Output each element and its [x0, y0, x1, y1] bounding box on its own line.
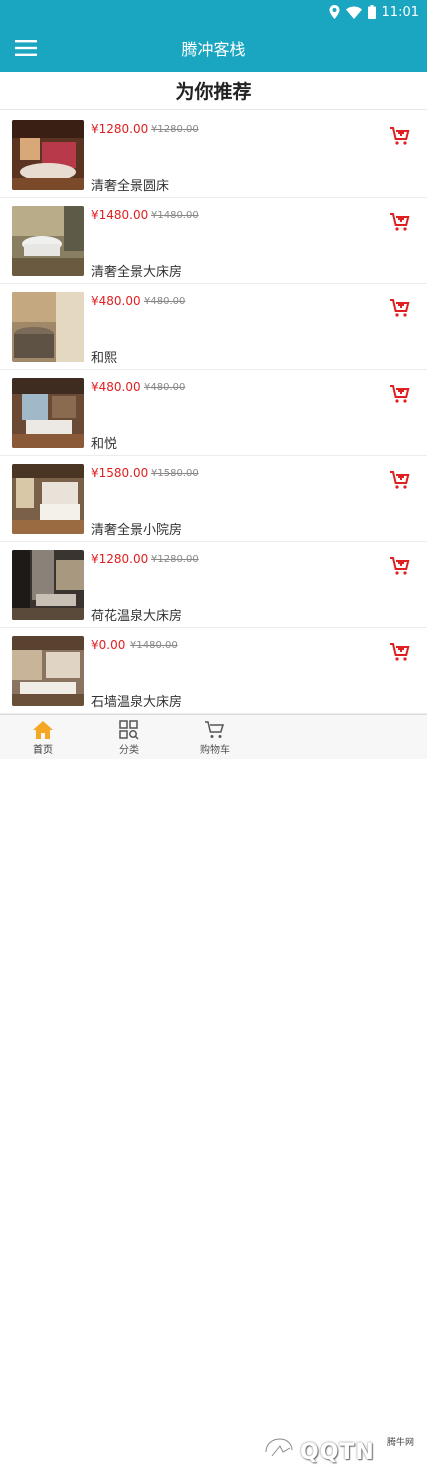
item-price: ¥0.00	[91, 638, 126, 652]
list-item[interactable]: ¥480.00 ¥480.00 和悦	[0, 370, 427, 456]
item-original-price: ¥1480.00	[151, 210, 199, 221]
room-thumbnail[interactable]	[12, 120, 84, 190]
room-thumbnail[interactable]	[12, 464, 84, 534]
cart-icon	[204, 719, 226, 741]
item-price: ¥1280.00	[91, 552, 149, 566]
item-price: ¥1280.00	[91, 122, 149, 136]
item-name: 清奢全景小院房	[91, 523, 183, 538]
add-to-cart-button[interactable]	[388, 554, 412, 578]
bottom-tab-bar: 首页 分类 购物车 QQTN 腾牛网	[0, 714, 427, 1465]
product-list: ¥1280.00 ¥1280.00 清奢全景圆床 ¥1480.00 ¥1480.…	[0, 112, 427, 714]
watermark-small-text: 腾牛网	[386, 1438, 414, 1448]
add-to-cart-button[interactable]	[388, 124, 412, 148]
item-original-price: ¥480.00	[144, 296, 186, 307]
item-original-price: ¥1480.00	[130, 640, 178, 651]
watermark-mark-icon	[264, 1437, 294, 1457]
watermark-logo: QQTN 腾牛网	[262, 1433, 422, 1471]
add-cart-icon	[390, 557, 410, 575]
add-cart-icon	[390, 643, 410, 661]
home-icon	[32, 719, 54, 741]
tab-cart[interactable]: 购物车	[172, 715, 258, 760]
room-thumbnail[interactable]	[12, 292, 84, 362]
list-item[interactable]: ¥480.00 ¥480.00 和熙	[0, 284, 427, 370]
tab-label: 分类	[119, 745, 139, 756]
tab-home[interactable]: 首页	[0, 715, 86, 760]
item-name: 清奢全景大床房	[91, 265, 183, 280]
location-icon	[329, 5, 340, 19]
add-to-cart-button[interactable]	[388, 382, 412, 406]
list-item[interactable]: ¥1280.00 ¥1280.00 清奢全景圆床	[0, 112, 427, 198]
watermark-text: QQTN	[300, 1439, 375, 1465]
grid-search-icon	[119, 719, 139, 741]
item-name: 荷花温泉大床房	[91, 609, 183, 624]
menu-button[interactable]	[10, 32, 42, 64]
add-to-cart-button[interactable]	[388, 468, 412, 492]
add-cart-icon	[390, 213, 410, 231]
item-price: ¥480.00	[91, 294, 141, 308]
item-original-price: ¥1280.00	[151, 124, 199, 135]
add-cart-icon	[390, 127, 410, 145]
list-item[interactable]: ¥1480.00 ¥1480.00 清奢全景大床房	[0, 198, 427, 284]
room-thumbnail[interactable]	[12, 636, 84, 706]
item-original-price: ¥1280.00	[151, 554, 199, 565]
item-name: 清奢全景圆床	[91, 179, 170, 194]
status-time: 11:01	[381, 4, 419, 20]
app-title: 腾冲客栈	[181, 40, 246, 59]
add-to-cart-button[interactable]	[388, 640, 412, 664]
tab-category[interactable]: 分类	[86, 715, 172, 760]
list-item[interactable]: ¥1280.00 ¥1280.00 荷花温泉大床房	[0, 542, 427, 628]
item-price: ¥480.00	[91, 380, 141, 394]
status-bar: 11:01	[0, 0, 427, 24]
add-cart-icon	[390, 299, 410, 317]
item-price: ¥1480.00	[91, 208, 149, 222]
room-thumbnail[interactable]	[12, 206, 84, 276]
room-thumbnail[interactable]	[12, 378, 84, 448]
item-original-price: ¥480.00	[144, 382, 186, 393]
item-original-price: ¥1580.00	[151, 468, 199, 479]
wifi-icon	[345, 6, 362, 19]
hamburger-icon	[15, 40, 37, 56]
item-name: 石墙温泉大床房	[91, 695, 183, 710]
add-cart-icon	[390, 385, 410, 403]
item-price: ¥1580.00	[91, 466, 149, 480]
item-name: 和悦	[91, 437, 118, 452]
tab-label: 购物车	[200, 745, 230, 756]
add-to-cart-button[interactable]	[388, 210, 412, 234]
app-bar: 腾冲客栈	[0, 24, 427, 72]
list-item[interactable]: ¥0.00 ¥1480.00 石墙温泉大床房	[0, 628, 427, 714]
section-title: 为你推荐	[0, 72, 427, 110]
list-item[interactable]: ¥1580.00 ¥1580.00 清奢全景小院房	[0, 456, 427, 542]
add-to-cart-button[interactable]	[388, 296, 412, 320]
battery-icon	[367, 5, 376, 19]
item-name: 和熙	[91, 351, 118, 366]
add-cart-icon	[390, 471, 410, 489]
room-thumbnail[interactable]	[12, 550, 84, 620]
tab-label: 首页	[33, 745, 53, 756]
